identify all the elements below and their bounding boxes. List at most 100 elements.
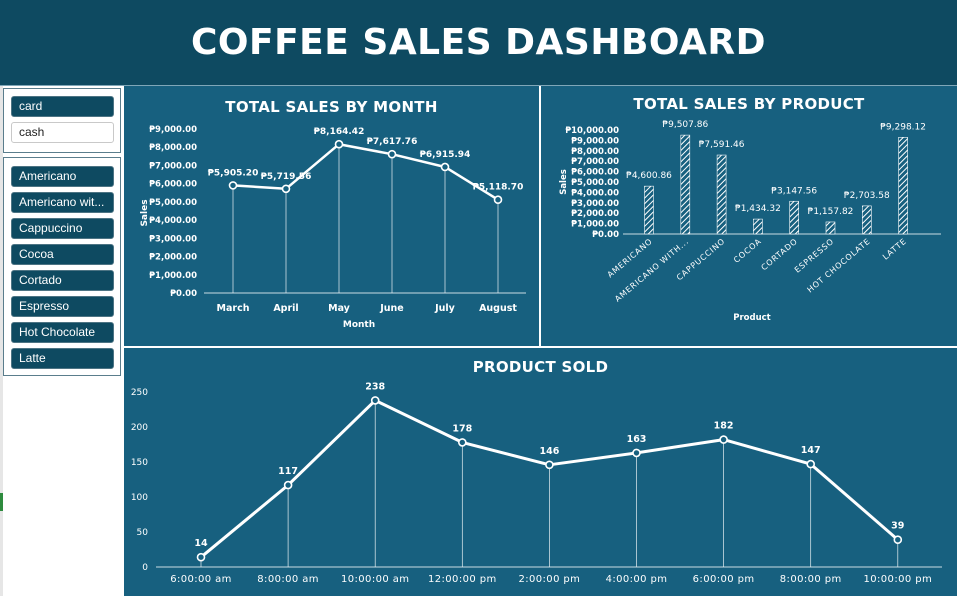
slicer-item-cortado[interactable]: Cortado bbox=[11, 270, 114, 291]
bar bbox=[898, 136, 908, 235]
y-tick-label: 200 bbox=[131, 423, 148, 433]
y-tick-label: ₱5,000.00 bbox=[149, 198, 197, 208]
data-label: 147 bbox=[801, 445, 821, 456]
data-point bbox=[806, 459, 816, 469]
y-tick-label: ₱10,000.00 bbox=[565, 126, 619, 136]
data-label: ₱7,591.46 bbox=[699, 140, 745, 150]
slicer-item-latte[interactable]: Latte bbox=[11, 348, 114, 369]
y-tick-label: 50 bbox=[137, 528, 149, 538]
bar bbox=[680, 134, 691, 235]
y-tick-label: ₱4,000.00 bbox=[571, 188, 619, 198]
slicer-item-hot-chocolate[interactable]: Hot Chocolate bbox=[11, 322, 114, 343]
data-label: ₱6,915.94 bbox=[420, 150, 471, 160]
x-tick-label: 8:00:00 pm bbox=[780, 574, 842, 585]
y-tick-label: ₱7,000.00 bbox=[571, 157, 619, 167]
y-tick-label: ₱1,000.00 bbox=[571, 220, 619, 230]
dashboard-title: COFFEE SALES DASHBOARD bbox=[190, 22, 767, 63]
data-label: 117 bbox=[278, 466, 298, 477]
data-point bbox=[283, 480, 293, 490]
data-label: ₱9,507.86 bbox=[662, 120, 708, 130]
y-tick-label: ₱4,000.00 bbox=[149, 216, 197, 226]
y-tick-label: ₱8,000.00 bbox=[571, 147, 619, 157]
data-point bbox=[493, 195, 503, 205]
slicer-item-cash[interactable]: cash bbox=[11, 122, 114, 143]
data-label: 14 bbox=[194, 538, 208, 549]
x-axis-title: Month bbox=[343, 320, 375, 330]
data-point bbox=[632, 448, 641, 458]
y-tick-label: 250 bbox=[131, 388, 148, 398]
y-tick-label: ₱6,000.00 bbox=[571, 168, 619, 178]
y-tick-label: ₱0.00 bbox=[592, 230, 619, 240]
x-tick-label: 8:00:00 am bbox=[257, 574, 319, 585]
data-label: ₱1,157.82 bbox=[808, 207, 854, 217]
slicer-item-espresso[interactable]: Espresso bbox=[11, 296, 114, 317]
y-tick-label: ₱8,000.00 bbox=[149, 143, 197, 153]
data-label: 182 bbox=[714, 421, 734, 432]
data-point bbox=[719, 435, 728, 444]
y-tick-label: ₱0.00 bbox=[170, 289, 197, 299]
x-tick-label: 4:00:00 pm bbox=[606, 574, 668, 585]
y-tick-label: 150 bbox=[131, 458, 148, 468]
x-tick-label: 6:00:00 pm bbox=[693, 574, 755, 585]
data-point bbox=[334, 139, 344, 149]
y-tick-label: ₱2,000.00 bbox=[571, 209, 619, 219]
data-point bbox=[387, 149, 397, 159]
data-label: ₱7,617.76 bbox=[367, 137, 418, 147]
product-sold-panel: PRODUCT SOLD 0 50 100 150 200 250 14 6:00:00 am… bbox=[124, 348, 957, 596]
x-tick-label: 10:00:00 am bbox=[341, 574, 409, 585]
bar bbox=[825, 221, 836, 235]
data-label: ₱5,118.70 bbox=[473, 183, 524, 193]
data-label: 163 bbox=[627, 434, 647, 445]
x-tick-label: 10:00:00 pm bbox=[864, 574, 933, 585]
data-label: 178 bbox=[452, 423, 472, 434]
data-label: ₱3,147.56 bbox=[771, 186, 817, 196]
x-tick-label: June bbox=[379, 303, 404, 314]
y-tick-label: ₱3,000.00 bbox=[149, 234, 197, 244]
dashboard-header: COFFEE SALES DASHBOARD bbox=[0, 0, 957, 86]
x-tick-label: COCOA bbox=[732, 237, 763, 265]
bar bbox=[716, 154, 727, 235]
product-slicer: Americano Americano wit... Cappuccino Co… bbox=[3, 157, 121, 376]
data-point bbox=[281, 184, 291, 194]
payment-slicer: card cash bbox=[3, 88, 121, 153]
data-label: ₱9,298.12 bbox=[880, 122, 926, 132]
active-cell-marker bbox=[0, 493, 3, 511]
sales-by-month-panel: TOTAL SALES BY MONTH ₱0.00 ₱1,000.00 ₱2,00… bbox=[124, 86, 539, 346]
data-label: 39 bbox=[891, 521, 904, 532]
product-sold-chart: 0 50 100 150 200 250 14 6:00:00 am 117 8:00:00 am… bbox=[131, 381, 942, 585]
data-point bbox=[457, 438, 467, 447]
data-label: 238 bbox=[365, 381, 385, 392]
data-label: ₱5,719.56 bbox=[261, 172, 312, 182]
y-tick-label: ₱3,000.00 bbox=[571, 199, 619, 209]
data-label: ₱4,600.86 bbox=[626, 171, 672, 181]
x-tick-label: April bbox=[273, 303, 298, 314]
bar bbox=[789, 200, 799, 235]
slicer-item-cappuccino[interactable]: Cappuccino bbox=[11, 218, 114, 239]
bar bbox=[644, 185, 654, 235]
data-point bbox=[196, 552, 206, 562]
x-tick-label: August bbox=[479, 303, 517, 314]
y-axis-title: Sales bbox=[559, 169, 569, 195]
sales-by-product-chart: ₱0.00₱1,000.00₱2,000.00₱3,000.00₱4,000.0… bbox=[559, 120, 941, 323]
slicer-item-card[interactable]: card bbox=[11, 96, 114, 117]
y-tick-label: ₱9,000.00 bbox=[571, 136, 619, 146]
y-tick-label: ₱1,000.00 bbox=[149, 271, 197, 281]
x-tick-label: 12:00:00 pm bbox=[428, 574, 497, 585]
y-tick-label: ₱9,000.00 bbox=[149, 125, 197, 135]
slicer-item-americano-with-milk[interactable]: Americano wit... bbox=[11, 192, 114, 213]
x-tick-label: HOT CHOCOLATE bbox=[806, 237, 873, 295]
bar bbox=[861, 205, 872, 235]
slicer-item-americano[interactable]: Americano bbox=[11, 166, 114, 187]
data-point bbox=[545, 460, 554, 470]
sales-by-product-panel: TOTAL SALES BY PRODUCT ₱0.00 ₱1,000.00 ₱2,… bbox=[541, 86, 957, 346]
data-label: 146 bbox=[539, 446, 559, 457]
y-tick-label: ₱6,000.00 bbox=[149, 180, 197, 190]
y-tick-label: ₱2,000.00 bbox=[149, 253, 197, 263]
data-point bbox=[228, 181, 238, 190]
slicer-item-cocoa[interactable]: Cocoa bbox=[11, 244, 114, 265]
x-tick-label: AMERICANO WITH... bbox=[613, 237, 690, 304]
x-axis-title: Product bbox=[733, 313, 771, 323]
x-tick-label: LATTE bbox=[881, 237, 908, 262]
data-label: ₱2,703.58 bbox=[844, 191, 890, 201]
x-tick-label: July bbox=[434, 303, 456, 314]
